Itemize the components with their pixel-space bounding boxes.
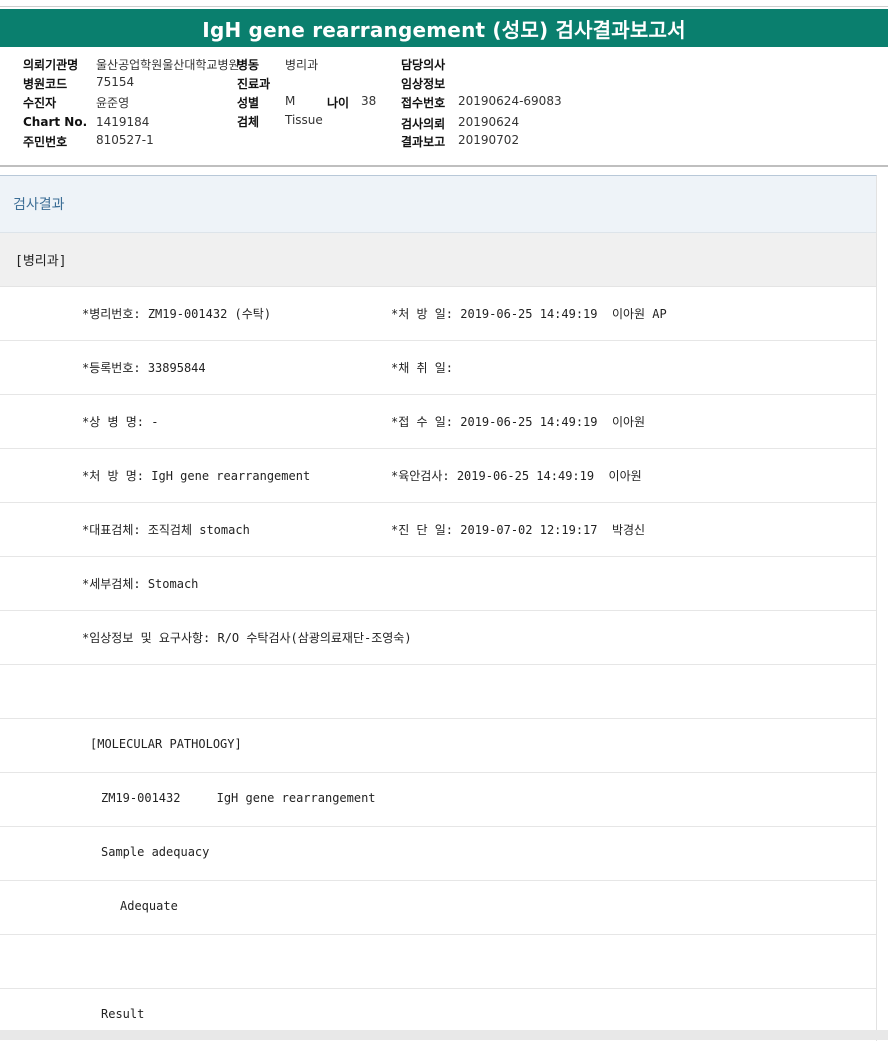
sample-adequacy-value: Adequate (120, 899, 178, 913)
sample-adequacy-label: Sample adequacy (101, 845, 210, 859)
section-label: [병리과] (15, 254, 67, 269)
doctor-label: 담당의사 (401, 58, 446, 72)
registration-number: *등록번호: 33895844 (82, 361, 206, 375)
order-name: *처 방 명: IgH gene rearrangement (82, 469, 311, 483)
specimen-label: 검체 (237, 115, 260, 129)
molecular-test-line: ZM19-001432 IgH gene rearrangement (101, 791, 376, 805)
molecular-pathology-header: [MOLECULAR PATHOLOGY] (90, 737, 242, 751)
bottom-scroll-edge (0, 1030, 888, 1040)
result-label: Result (101, 1007, 145, 1021)
representative-specimen: *대표검체: 조직검체 stomach (82, 523, 250, 537)
chart-number-value: 1419184 (96, 115, 150, 129)
specimen-value: Tissue (285, 113, 323, 127)
hospital-code-label: 병원코드 (23, 77, 68, 91)
report-title: IgH gene rearrangement (성모) 검사결과보고서 (202, 17, 686, 42)
resident-id-label: 주민번호 (23, 135, 68, 149)
institution-label: 의뢰기관명 (23, 58, 79, 72)
receipt-number-value: 20190624-69083 (458, 94, 562, 108)
diagnosis-date: *진 단 일: 2019-07-02 12:19:17 박경신 (391, 523, 646, 537)
ward-value: 병리과 (285, 58, 319, 72)
patient-info-panel: 의뢰기관명 울산공업학원울산대학교병원 병동 병리과 담당의사 병원코드 751… (0, 47, 888, 167)
top-edge-line (0, 0, 888, 7)
order-date: *처 방 일: 2019-06-25 14:49:19 이아원 AP (391, 307, 667, 321)
request-date-value: 20190624 (458, 115, 520, 129)
result-row: *세부검체: Stomach (0, 557, 876, 611)
sex-value: M (285, 94, 296, 108)
results-panel: 검사결과 [병리과] *병리번호: ZM19-001432 (수탁) *처 방 … (0, 175, 877, 1041)
report-date-label: 결과보고 (401, 135, 446, 149)
request-date-label: 검사의뢰 (401, 117, 446, 131)
detailed-specimen: *세부검체: Stomach (82, 577, 199, 591)
pathology-number: *병리번호: ZM19-001432 (수탁) (82, 307, 272, 321)
sex-label: 성별 (237, 96, 260, 110)
blank-row (0, 665, 876, 719)
age-value: 38 (361, 94, 377, 108)
result-row: *처 방 명: IgH gene rearrangement *육안검사: 20… (0, 449, 876, 503)
hospital-code-value: 75154 (96, 75, 135, 89)
patient-name-value: 윤준영 (96, 96, 130, 110)
result-row: Sample adequacy (0, 827, 876, 881)
result-row: *대표검체: 조직검체 stomach *진 단 일: 2019-07-02 1… (0, 503, 876, 557)
result-row: Adequate (0, 881, 876, 935)
receipt-number-label: 접수번호 (401, 96, 446, 110)
result-row: *병리번호: ZM19-001432 (수탁) *처 방 일: 2019-06-… (0, 287, 876, 341)
clinical-request: *임상정보 및 요구사항: R/O 수탁검사(삼광의료재단-조영숙) (82, 631, 412, 645)
result-row: *등록번호: 33895844 *채 취 일: (0, 341, 876, 395)
dept-label: 진료과 (237, 77, 271, 91)
results-heading: 검사결과 (13, 197, 65, 213)
clinical-info-label: 임상정보 (401, 77, 446, 91)
result-row: *상 병 명: - *접 수 일: 2019-06-25 14:49:19 이아… (0, 395, 876, 449)
receipt-date: *접 수 일: 2019-06-25 14:49:19 이아원 (391, 415, 646, 429)
resident-id-value: 810527-1 (96, 133, 154, 147)
diagnosis-name: *상 병 명: - (82, 415, 159, 429)
institution-value: 울산공업학원울산대학교병원 (96, 58, 240, 72)
blank-row (0, 935, 876, 989)
report-date-value: 20190702 (458, 133, 520, 147)
gross-exam-date: *육안검사: 2019-06-25 14:49:19 이아원 (391, 469, 642, 483)
result-row: *임상정보 및 요구사항: R/O 수탁검사(삼광의료재단-조영숙) (0, 611, 876, 665)
ward-label: 병동 (237, 58, 260, 72)
collection-date: *채 취 일: (391, 361, 454, 375)
patient-name-label: 수진자 (23, 96, 57, 110)
result-row: [MOLECULAR PATHOLOGY] (0, 719, 876, 773)
section-label-row: [병리과] (0, 233, 876, 287)
results-heading-bar: 검사결과 (0, 176, 876, 233)
result-row: ZM19-001432 IgH gene rearrangement (0, 773, 876, 827)
age-label: 나이 (327, 96, 350, 110)
chart-number-label: Chart No. (23, 115, 88, 129)
report-title-bar: IgH gene rearrangement (성모) 검사결과보고서 (0, 9, 888, 47)
